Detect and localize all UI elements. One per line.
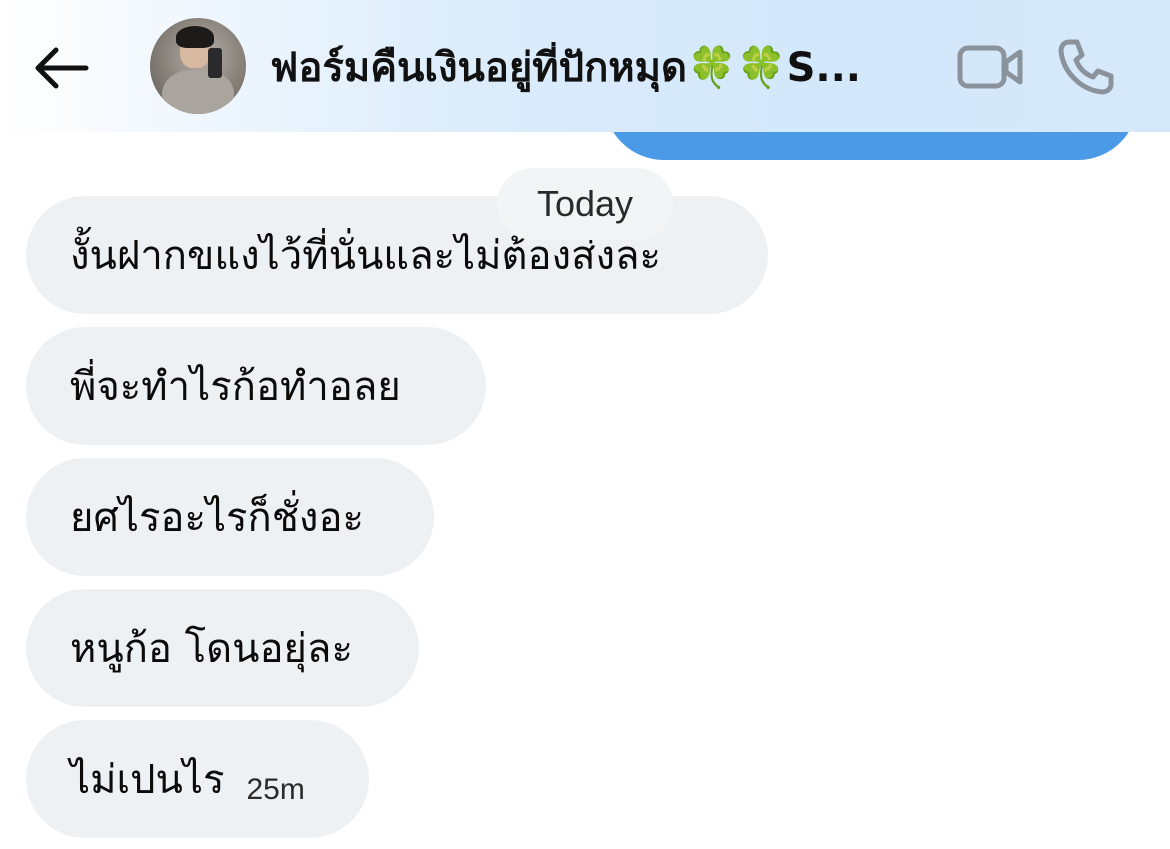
received-message-bubble[interactable]: หนูก้อ โดนอยุ่ละ bbox=[26, 589, 419, 707]
back-button[interactable] bbox=[28, 36, 92, 100]
message-timestamp: 25m bbox=[246, 773, 305, 806]
video-camera-icon bbox=[957, 45, 1023, 89]
chat-screen: ฟอร์มคืนเงินอยู่ที่ปักหมุด🍀🍀S... Today ง… bbox=[0, 0, 1170, 849]
chat-title[interactable]: ฟอร์มคืนเงินอยู่ที่ปักหมุด🍀🍀S... bbox=[270, 42, 920, 94]
date-separator: Today bbox=[497, 168, 673, 240]
message-text: ยศไรอะไรก็ชั่งอะ bbox=[70, 495, 364, 541]
avatar[interactable] bbox=[150, 18, 246, 114]
video-call-button[interactable] bbox=[956, 42, 1026, 92]
message-text: พี่จะทำไรก้อทำอลย bbox=[70, 364, 401, 410]
received-message-bubble[interactable]: ยศไรอะไรก็ชั่งอะ bbox=[26, 458, 434, 576]
chat-header: ฟอร์มคืนเงินอยู่ที่ปักหมุด🍀🍀S... bbox=[0, 0, 1170, 132]
phone-icon bbox=[1058, 39, 1114, 95]
received-message-bubble[interactable]: ไม่เปนไร 25m bbox=[26, 720, 369, 838]
message-text: หนูก้อ โดนอยุ่ละ bbox=[70, 626, 353, 672]
message-text: ไม่เปนไร bbox=[70, 757, 225, 803]
arrow-left-icon bbox=[35, 47, 89, 89]
received-message-bubble[interactable]: พี่จะทำไรก้อทำอลย bbox=[26, 327, 486, 445]
audio-call-button[interactable] bbox=[1055, 36, 1117, 98]
